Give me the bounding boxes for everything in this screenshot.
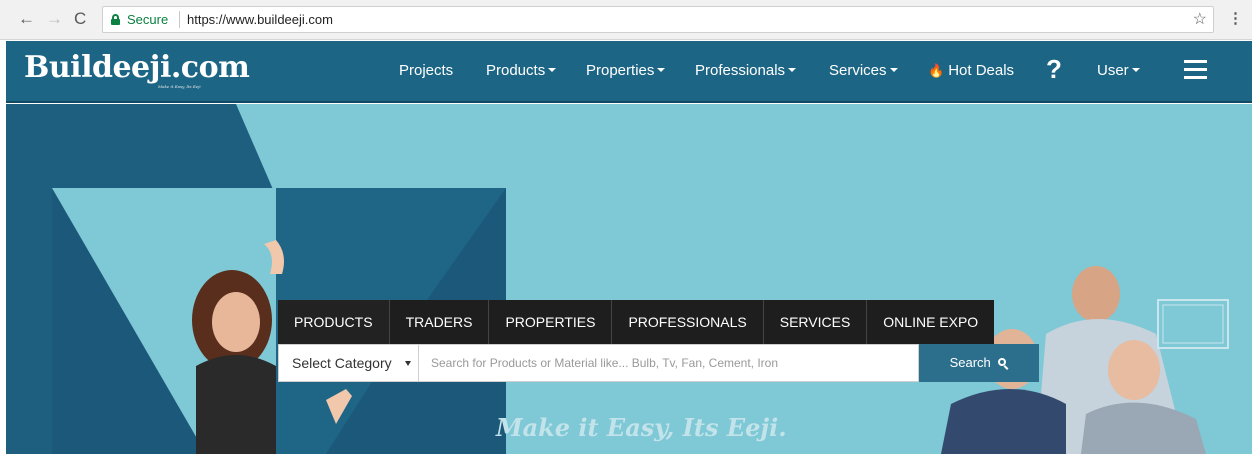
category-select-value: Select Category xyxy=(292,355,392,371)
nav-label: Professionals xyxy=(695,62,786,79)
tab-services[interactable]: SERVICES xyxy=(764,300,868,344)
logo-tagline: Make it Easy, Its Eeji xyxy=(158,84,201,89)
search-button-label: Search xyxy=(949,355,991,370)
nav-item-products[interactable]: Products xyxy=(486,61,557,81)
bookmark-star-icon[interactable]: ☆ xyxy=(1193,7,1207,32)
caret-down-icon xyxy=(657,68,666,72)
lock-icon xyxy=(111,14,120,25)
nav-label: Products xyxy=(486,62,546,79)
caret-down-icon xyxy=(405,361,411,366)
hamburger-menu-icon[interactable] xyxy=(1184,60,1207,80)
search-button[interactable]: Search xyxy=(919,344,1039,382)
fire-icon: 🔥 xyxy=(928,63,945,78)
tab-properties[interactable]: PROPERTIES xyxy=(489,300,613,344)
url-text[interactable]: https://www.buildeeji.com xyxy=(187,7,333,32)
nav-label: Services xyxy=(829,62,887,79)
nav-item-services[interactable]: Services xyxy=(829,61,898,81)
tab-professionals[interactable]: PROFESSIONALS xyxy=(612,300,764,344)
tab-traders[interactable]: TRADERS xyxy=(390,300,490,344)
hero-background-graphic xyxy=(6,104,1229,454)
hero-banner: PRODUCTS TRADERS PROPERTIES PROFESSIONAL… xyxy=(6,104,1252,454)
caret-down-icon xyxy=(1131,68,1140,72)
tab-online-expo[interactable]: ONLINE EXPO xyxy=(867,300,994,344)
nav-item-projects[interactable]: Projects xyxy=(399,61,453,81)
back-arrow-icon[interactable]: ← xyxy=(18,9,35,29)
address-bar[interactable]: Secure https://www.buildeeji.com ☆ xyxy=(102,6,1214,33)
nav-item-professionals[interactable]: Professionals xyxy=(695,61,797,81)
browser-toolbar: ← → C Secure https://www.buildeeji.com ☆… xyxy=(0,0,1252,40)
site-logo[interactable]: Buildeeji.com xyxy=(24,51,250,85)
nav-item-hot-deals[interactable]: 🔥 Hot Deals xyxy=(928,61,1014,81)
nav-item-user[interactable]: User xyxy=(1097,61,1140,81)
secure-label: Secure xyxy=(127,12,169,27)
url-divider xyxy=(179,11,180,28)
search-category-tabs: PRODUCTS TRADERS PROPERTIES PROFESSIONAL… xyxy=(278,300,995,344)
forward-arrow-icon[interactable]: → xyxy=(46,9,63,29)
hero-slogan: Make it Easy, Its Eeji. xyxy=(496,413,787,442)
caret-down-icon xyxy=(788,68,797,72)
caret-down-icon xyxy=(548,68,557,72)
nav-item-properties[interactable]: Properties xyxy=(586,61,666,81)
reload-icon[interactable]: C xyxy=(74,9,86,29)
search-bar: Select Category Search for Products or M… xyxy=(278,344,1039,382)
nav-label: User xyxy=(1097,62,1129,79)
browser-menu-icon[interactable]: ⋮ xyxy=(1228,10,1243,28)
site-header: Buildeeji.com Make it Easy, Its Eeji Pro… xyxy=(6,41,1252,103)
tab-products[interactable]: PRODUCTS xyxy=(278,300,390,344)
caret-down-icon xyxy=(889,68,898,72)
search-input[interactable]: Search for Products or Material like... … xyxy=(419,344,919,382)
search-icon xyxy=(998,358,1009,370)
help-icon[interactable]: ? xyxy=(1046,55,1062,83)
category-select[interactable]: Select Category xyxy=(278,344,419,382)
nav-label: Projects xyxy=(399,62,454,79)
nav-label: Hot Deals xyxy=(948,62,1015,79)
nav-label: Properties xyxy=(586,62,655,79)
